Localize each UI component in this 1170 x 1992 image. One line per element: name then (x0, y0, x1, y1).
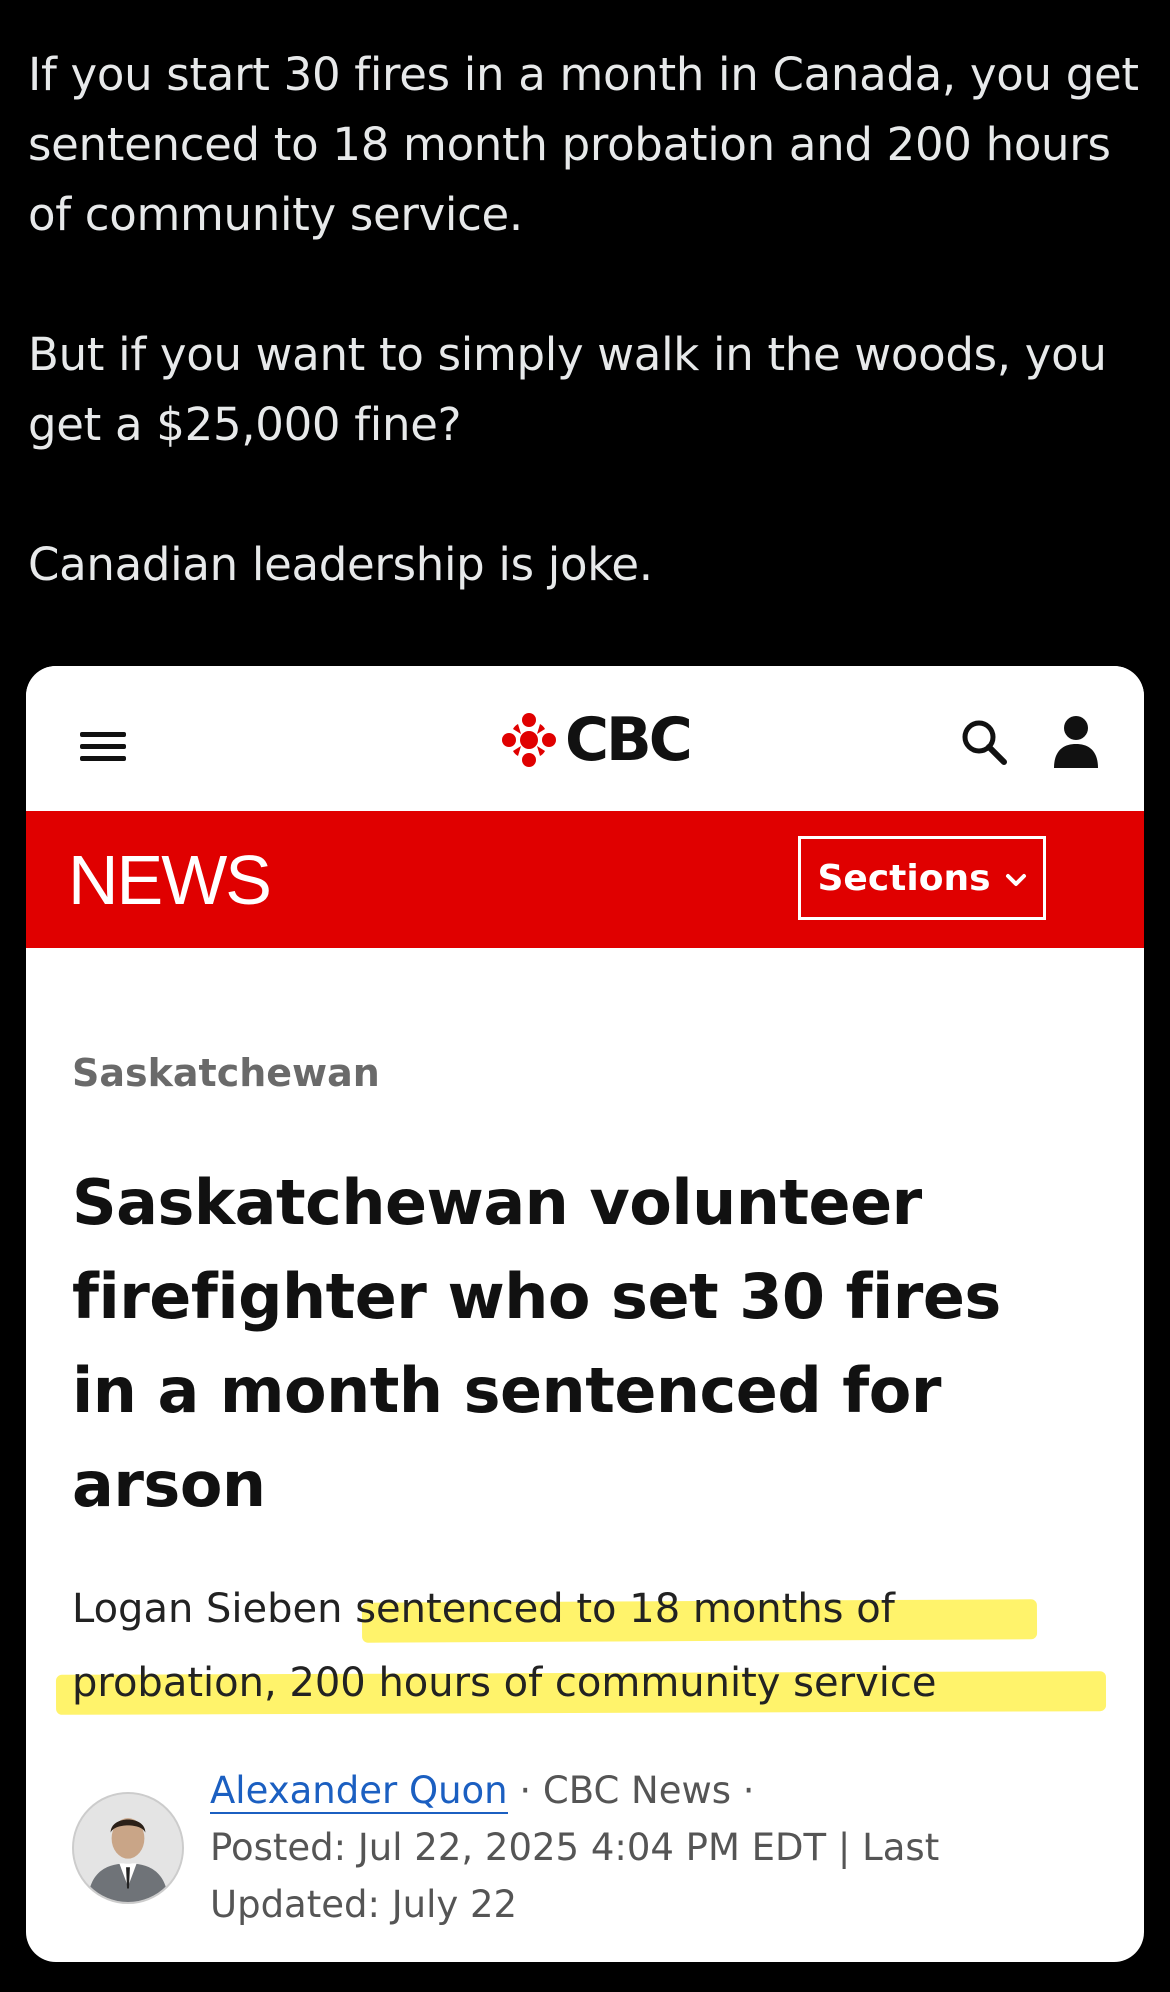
cbc-top-bar: CBC (26, 666, 1144, 811)
chevron-down-icon (1005, 874, 1026, 886)
article-screenshot-card[interactable]: CBC NEWS Sections Saskatchewan Saskatche… (26, 666, 1144, 1962)
news-label[interactable]: NEWS (68, 841, 272, 919)
cbc-gem-icon (502, 713, 556, 767)
author-link[interactable]: Alexander Quon (210, 1769, 508, 1814)
article-headline: Saskatchewan volunteer firefighter who s… (72, 1166, 1001, 1521)
article-deck: Logan Sieben sentenced to 18 months of p… (72, 1572, 1092, 1720)
menu-icon[interactable] (80, 728, 126, 764)
author-avatar[interactable] (72, 1792, 184, 1904)
deck-lead: Logan Sieben (72, 1586, 343, 1632)
section-tag[interactable]: Saskatchewan (72, 1051, 380, 1095)
publish-dates: Posted: Jul 22, 2025 4:04 PM EDT | Last … (210, 1826, 940, 1926)
news-bar: NEWS Sections (26, 811, 1144, 948)
tweet-paragraph-2: But if you want to simply walk in the wo… (28, 328, 1107, 451)
outlet-label: · CBC News · (507, 1769, 755, 1812)
cbc-logo[interactable]: CBC (501, 705, 693, 775)
article-byline: Alexander Quon · CBC News · Posted: Jul … (210, 1762, 1090, 1933)
tweet-text: If you start 30 fires in a month in Cana… (28, 40, 1148, 600)
tweet-paragraph-3: Canadian leadership is joke. (28, 538, 653, 591)
tweet-paragraph-1: If you start 30 fires in a month in Cana… (28, 48, 1139, 241)
sections-label: Sections (817, 857, 991, 899)
user-icon[interactable] (1052, 714, 1100, 768)
author-photo (74, 1794, 182, 1902)
cbc-wordmark: CBC (565, 705, 693, 775)
sections-button[interactable]: Sections (798, 836, 1046, 920)
search-icon[interactable] (958, 716, 1010, 768)
